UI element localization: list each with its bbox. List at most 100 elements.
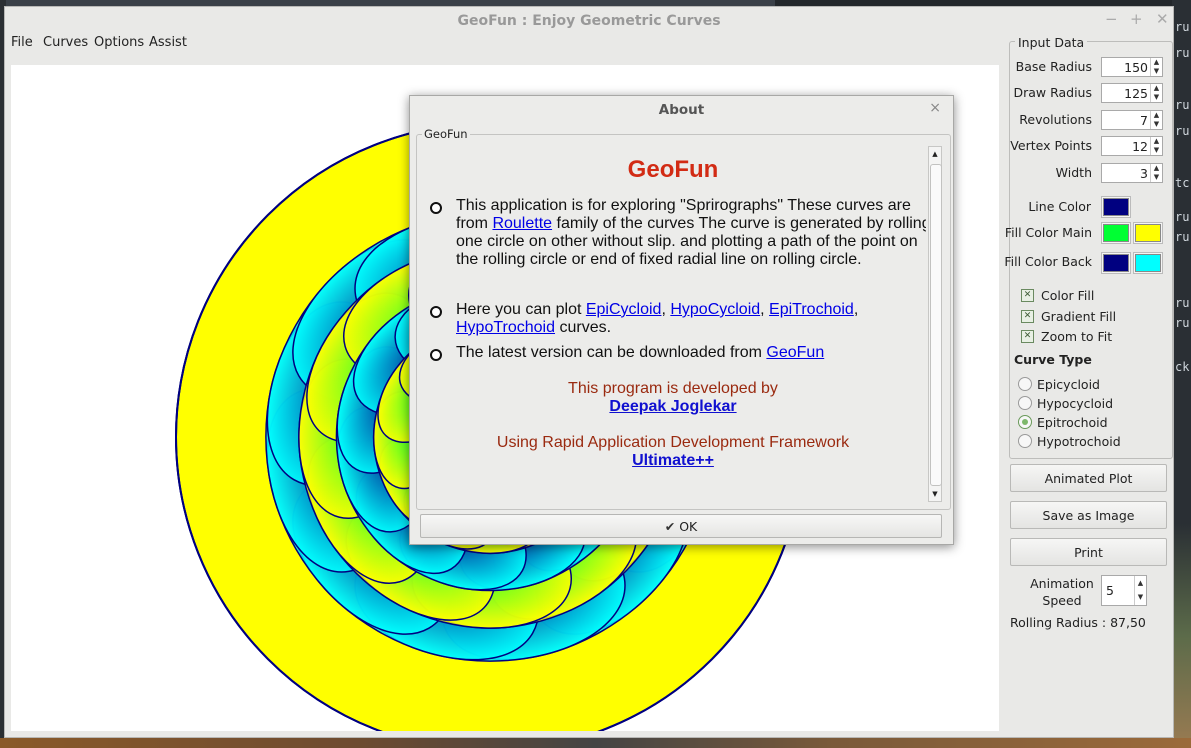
fill-back-color-2[interactable] xyxy=(1133,252,1163,274)
bullet-icon xyxy=(430,306,442,318)
line-color-swatch xyxy=(1103,198,1129,216)
hypotrochoid-label[interactable]: Hypotrochoid xyxy=(1037,434,1121,449)
maximize-icon[interactable]: + xyxy=(1130,10,1143,28)
radio-epitrochoid[interactable] xyxy=(1018,415,1032,429)
dialog-title: About xyxy=(658,102,705,118)
bg-text: ru xyxy=(1175,124,1190,138)
bg-text: ru xyxy=(1175,46,1190,60)
vertex-points-label: Vertex Points xyxy=(1010,138,1092,153)
desktop-background-bottom xyxy=(0,738,1191,748)
animation-label-1: Animation xyxy=(1030,576,1094,591)
p2-sep: , xyxy=(853,301,859,318)
line-color-picker[interactable] xyxy=(1101,196,1131,218)
p3-text: The latest version can be downloaded fro… xyxy=(456,344,767,361)
epicycloid-label[interactable]: Epicycloid xyxy=(1037,377,1100,392)
p2-text-a: Here you can plot xyxy=(456,301,586,318)
scroll-down-icon[interactable]: ▼ xyxy=(930,488,940,500)
menu-options[interactable]: Options xyxy=(94,35,144,50)
bg-text: ru xyxy=(1175,316,1190,330)
developer-name: Deepak Joglekar xyxy=(420,398,926,416)
zoom-to-fit-checkbox[interactable]: ✕ xyxy=(1021,330,1034,343)
geofun-link[interactable]: GeoFun xyxy=(766,344,824,361)
bg-text: tc xyxy=(1175,176,1190,190)
ok-button[interactable]: ✔ OK xyxy=(420,514,942,538)
dialog-close-icon[interactable]: × xyxy=(929,100,941,116)
revolutions-spinner[interactable]: 7 ▲ ▼ xyxy=(1101,110,1163,130)
fill-back-color-1[interactable] xyxy=(1101,252,1131,274)
menu-file[interactable]: File xyxy=(11,35,33,50)
about-document: GeoFun This application is for exploring… xyxy=(420,146,926,502)
color-fill-label[interactable]: Color Fill xyxy=(1041,288,1094,303)
base-radius-label: Base Radius xyxy=(1015,59,1092,74)
framework-text: Using Rapid Application Development Fram… xyxy=(496,434,850,451)
epitrochoid-label[interactable]: Epitrochoid xyxy=(1037,415,1108,430)
scroll-thumb[interactable] xyxy=(930,164,942,486)
spin-arrows-icon[interactable]: ▲ ▼ xyxy=(1150,84,1162,102)
fill-back-label: Fill Color Back xyxy=(1004,254,1092,269)
scroll-up-icon[interactable]: ▲ xyxy=(930,148,940,160)
radio-hypocycloid[interactable] xyxy=(1018,396,1032,410)
checkmark-icon: ✔ xyxy=(664,519,676,534)
menu-curves[interactable]: Curves xyxy=(43,35,88,50)
print-button[interactable]: Print xyxy=(1010,538,1167,566)
epitrochoid-link[interactable]: EpiTrochoid xyxy=(769,301,854,318)
curve-type-title: Curve Type xyxy=(1014,352,1092,367)
p2-sep: , xyxy=(760,301,770,318)
bg-text: ru xyxy=(1175,210,1190,224)
save-as-image-button[interactable]: Save as Image xyxy=(1010,501,1167,529)
close-icon[interactable]: ✕ xyxy=(1156,10,1169,28)
fill-back-swatch-2 xyxy=(1135,254,1161,272)
p2-text-b: curves. xyxy=(555,319,612,336)
fill-main-swatch-1 xyxy=(1103,224,1129,242)
gradient-fill-label[interactable]: Gradient Fill xyxy=(1041,309,1116,324)
bullet-icon xyxy=(430,202,442,214)
hypotrochoid-link[interactable]: HypoTrochoid xyxy=(456,319,555,336)
input-data-title: Input Data xyxy=(1015,35,1088,50)
width-label: Width xyxy=(1055,165,1092,180)
spin-value: 3 xyxy=(1140,166,1148,181)
roulette-link[interactable]: Roulette xyxy=(492,215,552,232)
gradient-fill-checkbox[interactable]: ✕ xyxy=(1021,310,1034,323)
spin-arrows-icon[interactable]: ▲ ▼ xyxy=(1150,137,1162,155)
base-radius-spinner[interactable]: 150 ▲ ▼ xyxy=(1101,57,1163,77)
bg-text: ru xyxy=(1175,296,1190,310)
spin-value: 5 xyxy=(1106,583,1114,598)
hypocycloid-label[interactable]: Hypocycloid xyxy=(1037,396,1113,411)
spin-value: 125 xyxy=(1124,86,1148,101)
revolutions-label: Revolutions xyxy=(1019,112,1092,127)
draw-radius-spinner[interactable]: 125 ▲ ▼ xyxy=(1101,83,1163,103)
spin-arrows-icon[interactable]: ▲ ▼ xyxy=(1150,58,1162,76)
framework-link[interactable]: Ultimate++ xyxy=(632,452,714,469)
color-fill-checkbox[interactable]: ✕ xyxy=(1021,289,1034,302)
width-spinner[interactable]: 3 ▲ ▼ xyxy=(1101,163,1163,183)
developer-link[interactable]: Deepak Joglekar xyxy=(609,398,736,415)
fill-main-color-1[interactable] xyxy=(1101,222,1131,244)
ok-label: OK xyxy=(679,519,698,534)
about-scrollbar[interactable]: ▲ ▼ xyxy=(928,146,942,502)
spin-arrows-icon[interactable]: ▲ ▼ xyxy=(1150,164,1162,182)
spin-value: 150 xyxy=(1124,60,1148,75)
paragraph-download: The latest version can be downloaded fro… xyxy=(456,344,926,362)
paragraph-description: This application is for exploring "Sprir… xyxy=(456,197,926,269)
menu-assist[interactable]: Assist xyxy=(149,35,187,50)
epicycloid-link[interactable]: EpiCycloid xyxy=(586,301,662,318)
spin-value: 7 xyxy=(1140,113,1148,128)
vertex-points-spinner[interactable]: 12 ▲ ▼ xyxy=(1101,136,1163,156)
about-dialog: About × GeoFun GeoFun This application i… xyxy=(409,95,954,545)
fill-main-swatch-2 xyxy=(1135,224,1161,242)
radio-hypotrochoid[interactable] xyxy=(1018,434,1032,448)
p2-sep: , xyxy=(661,301,671,318)
spin-arrows-icon[interactable]: ▲ ▼ xyxy=(1150,111,1162,129)
minimize-icon[interactable]: − xyxy=(1105,10,1118,28)
about-heading: GeoFun xyxy=(627,156,719,183)
animation-speed-spinner[interactable]: 5 ▲ ▼ xyxy=(1101,575,1147,606)
rolling-radius-text: Rolling Radius : 87,50 xyxy=(1010,615,1146,630)
group-label: GeoFun xyxy=(422,127,470,141)
animated-plot-button[interactable]: Animated Plot xyxy=(1010,464,1167,492)
hypocycloid-link[interactable]: HypoCycloid xyxy=(670,301,760,318)
radio-epicycloid[interactable] xyxy=(1018,377,1032,391)
fill-main-color-2[interactable] xyxy=(1133,222,1163,244)
spin-arrows-icon[interactable]: ▲ ▼ xyxy=(1134,576,1146,605)
zoom-to-fit-label[interactable]: Zoom to Fit xyxy=(1041,329,1112,344)
bullet-icon xyxy=(430,349,442,361)
